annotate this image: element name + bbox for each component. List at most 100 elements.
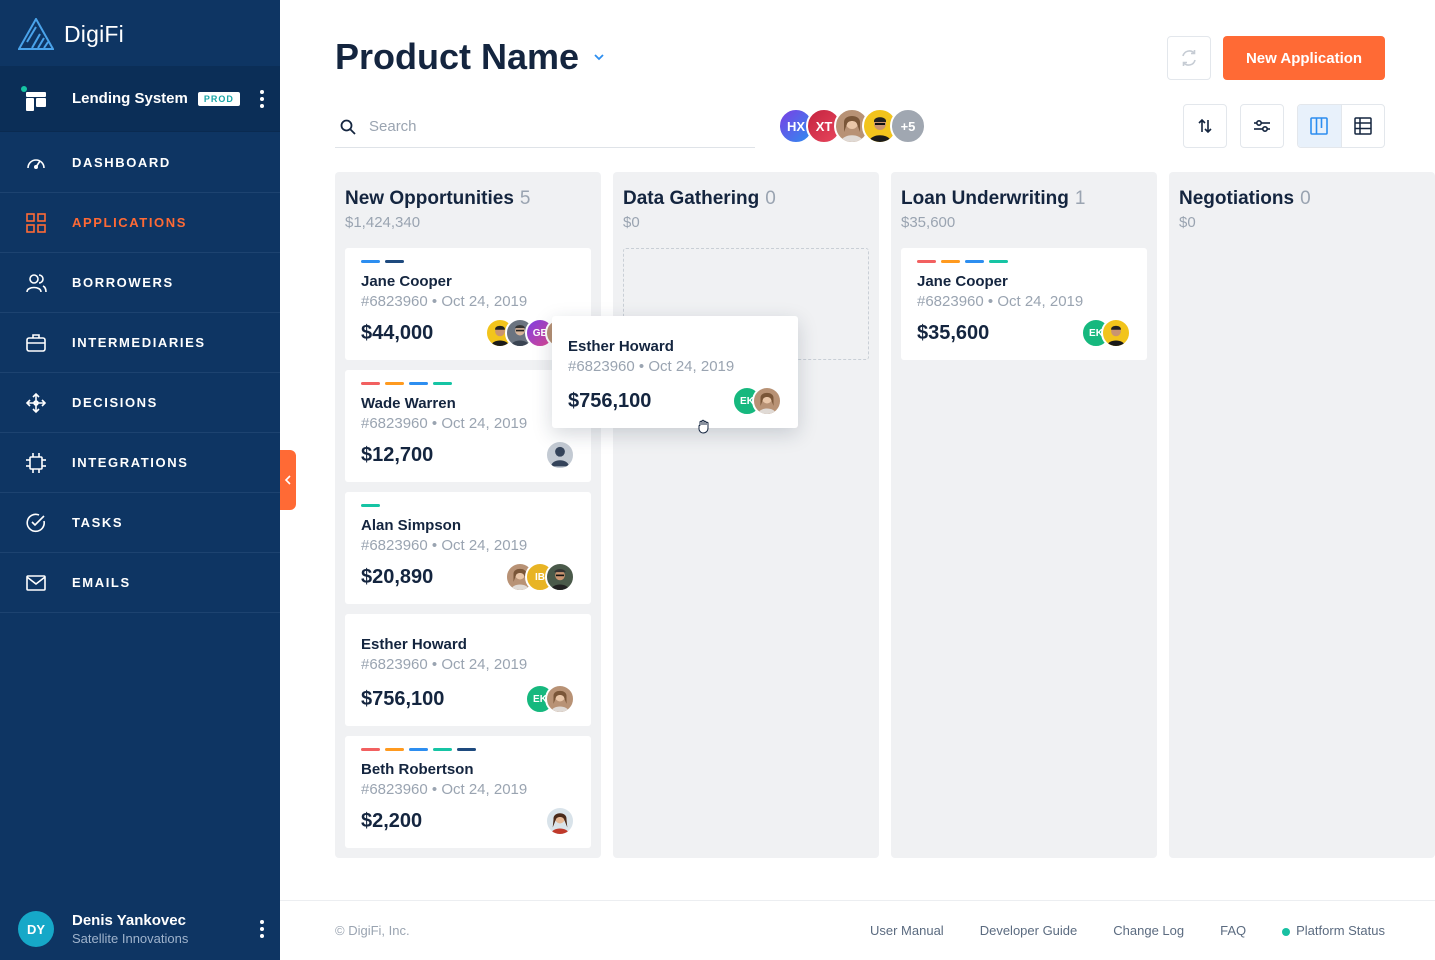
search-icon (340, 119, 356, 135)
nav-label: EMAILS (72, 575, 131, 590)
nav-label: INTEGRATIONS (72, 455, 189, 470)
nav-label: TASKS (72, 515, 124, 530)
system-name: Lending System (72, 90, 188, 107)
nav-item-tasks[interactable]: TASKS (0, 493, 280, 553)
developer-guide-link[interactable]: Developer Guide (980, 923, 1078, 938)
grid-icon (24, 211, 48, 235)
search-input[interactable] (369, 118, 729, 135)
grab-cursor-icon (698, 419, 709, 434)
card-assignees: EK (732, 386, 782, 416)
card-name: Esther Howard (361, 636, 467, 653)
product-name: Product Name (335, 36, 580, 77)
assignee-avatar (545, 562, 575, 592)
user-avatar: DY (18, 911, 54, 947)
card-meta: #6823960 • Oct 24, 2019 (361, 781, 528, 798)
refresh-button[interactable] (1167, 36, 1211, 80)
nav-item-emails[interactable]: EMAILS (0, 553, 280, 613)
card-amount: $35,600 (917, 322, 990, 344)
card-tags (917, 260, 1131, 263)
user-name: Denis Yankovec (72, 912, 186, 929)
main-nav: DASHBOARD APPLICATIONS BORROWERS INTERME… (0, 133, 280, 613)
table-view-icon (1354, 117, 1372, 135)
card-meta: #6823960 • Oct 24, 2019 (361, 656, 528, 673)
nav-item-integrations[interactable]: INTEGRATIONS (0, 433, 280, 493)
card-meta: #6823960 • Oct 24, 2019 (568, 358, 735, 375)
nav-item-intermediaries[interactable]: INTERMEDIARIES (0, 313, 280, 373)
column-total: $35,600 (901, 214, 956, 231)
lending-system-icon (21, 85, 46, 111)
nav-item-dashboard[interactable]: DASHBOARD (0, 133, 280, 193)
sort-icon (1198, 118, 1212, 134)
change-log-link[interactable]: Change Log (1113, 923, 1184, 938)
copyright: © DigiFi, Inc. (335, 923, 410, 938)
column-header: New Opportunities 5 $1,424,340 (345, 188, 530, 231)
mail-icon (24, 571, 48, 595)
sidebar: DigiFi Lending System PROD DASHBOARD APP… (0, 0, 280, 960)
application-card[interactable]: Esther Howard #6823960 • Oct 24, 2019 $7… (345, 614, 591, 726)
column-title: Loan Underwriting (901, 188, 1069, 209)
application-card[interactable]: Jane Cooper #6823960 • Oct 24, 2019 $35,… (901, 248, 1147, 360)
card-amount: $756,100 (361, 688, 445, 710)
gauge-icon (24, 151, 48, 175)
card-tags (361, 260, 575, 263)
collapse-sidebar-button[interactable] (280, 450, 296, 510)
user-info: Denis Yankovec Satellite Innovations (72, 912, 188, 946)
column-total: $0 (623, 214, 640, 231)
card-assignees (545, 440, 575, 470)
card-amount: $20,890 (361, 566, 434, 588)
card-assignees (545, 806, 575, 836)
sort-button[interactable] (1183, 104, 1227, 148)
card-name: Esther Howard (568, 338, 674, 355)
card-amount: $756,100 (568, 390, 652, 412)
assignee-avatar (545, 806, 575, 836)
user-menu-icon[interactable] (260, 920, 264, 938)
faq-link[interactable]: FAQ (1220, 923, 1246, 938)
application-card[interactable]: Beth Robertson #6823960 • Oct 24, 2019 $… (345, 736, 591, 848)
logo-text: DigiFi (64, 20, 124, 47)
platform-status-link[interactable]: Platform Status (1282, 923, 1385, 938)
system-switcher[interactable]: Lending System PROD (0, 66, 280, 132)
logo[interactable]: DigiFi (18, 18, 124, 50)
new-application-button[interactable]: New Application (1223, 36, 1385, 80)
system-menu-icon[interactable] (260, 89, 264, 108)
assignee-avatar (545, 684, 575, 714)
card-assignees: EK (1081, 318, 1131, 348)
refresh-icon (1182, 50, 1196, 66)
footer: © DigiFi, Inc. User Manual Developer Gui… (280, 900, 1435, 960)
user-manual-link[interactable]: User Manual (870, 923, 944, 938)
team-more-avatar[interactable]: +5 (890, 108, 926, 144)
user-org: Satellite Innovations (72, 931, 189, 946)
table-view-button[interactable] (1340, 105, 1384, 147)
nav-item-borrowers[interactable]: BORROWERS (0, 253, 280, 313)
card-tags (361, 748, 575, 751)
column-title: Data Gathering (623, 188, 760, 209)
card-meta: #6823960 • Oct 24, 2019 (917, 293, 1084, 310)
column-header: Negotiations 0 $0 (1179, 188, 1311, 231)
filter-button[interactable] (1240, 104, 1284, 148)
team-members: HX XT +5 (778, 108, 926, 144)
card-amount: $44,000 (361, 322, 434, 344)
board-view-button[interactable] (1298, 105, 1341, 147)
prod-badge: PROD (197, 91, 240, 106)
assignee-avatar (752, 386, 782, 416)
column-total: $0 (1179, 214, 1196, 231)
assignee-avatar (1101, 318, 1131, 348)
chip-icon (24, 451, 48, 475)
application-card[interactable]: Alan Simpson #6823960 • Oct 24, 2019 $20… (345, 492, 591, 604)
card-name: Wade Warren (361, 395, 456, 412)
nav-item-decisions[interactable]: DECISIONS (0, 373, 280, 433)
page-title[interactable]: Product Name (335, 36, 605, 78)
chevron-down-icon (594, 54, 604, 61)
filter-sliders-icon (1254, 119, 1270, 133)
nav-item-applications[interactable]: APPLICATIONS (0, 193, 280, 253)
briefcase-icon (24, 331, 48, 355)
column-count: 0 (765, 188, 776, 209)
card-meta: #6823960 • Oct 24, 2019 (361, 293, 528, 310)
column-negotiations: Negotiations 0 $0 (1169, 172, 1435, 858)
card-tags (361, 504, 575, 507)
nav-label: BORROWERS (72, 275, 174, 290)
dragging-card[interactable]: Esther Howard #6823960 • Oct 24, 2019 $7… (552, 316, 798, 428)
check-circle-icon (24, 511, 48, 535)
user-profile[interactable]: DY Denis Yankovec Satellite Innovations (0, 898, 280, 960)
nav-label: INTERMEDIARIES (72, 335, 206, 350)
